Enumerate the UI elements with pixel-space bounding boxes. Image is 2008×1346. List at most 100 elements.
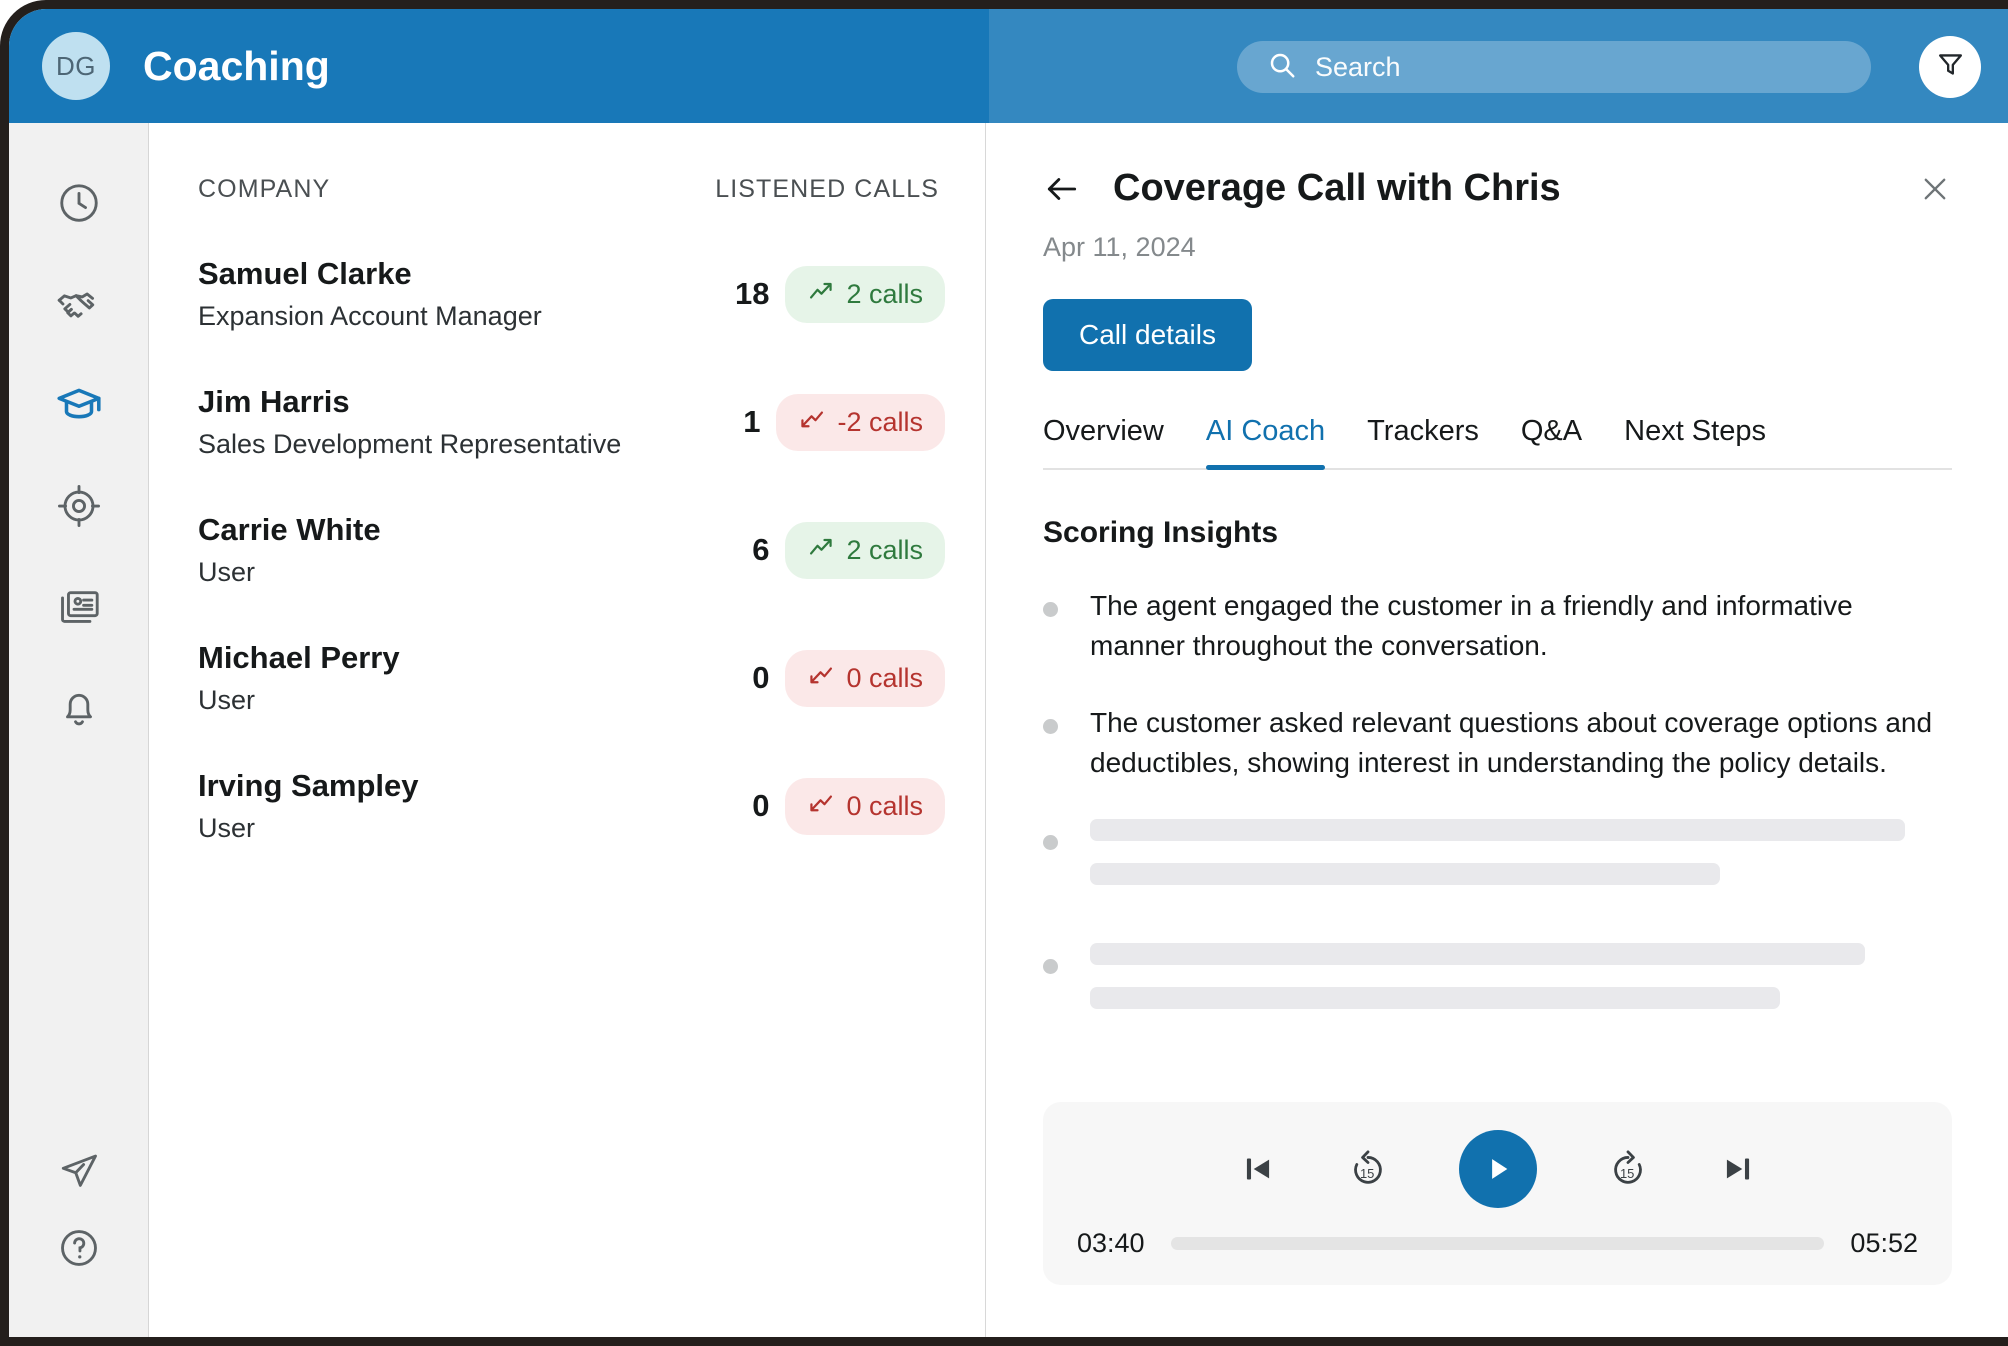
play-button[interactable] <box>1459 1130 1537 1208</box>
insight-item: The agent engaged the customer in a frie… <box>1043 586 1952 667</box>
filter-button[interactable] <box>1919 36 1981 98</box>
column-header-company: COMPANY <box>198 175 330 204</box>
svg-text:15: 15 <box>1359 1166 1373 1181</box>
user-avatar[interactable]: DG <box>42 32 110 100</box>
row-identity: Jim HarrisSales Development Representati… <box>198 384 621 460</box>
trend-up-icon <box>807 277 835 312</box>
funnel-icon <box>1935 49 1966 85</box>
row-person-name: Carrie White <box>198 512 381 548</box>
help-circle-icon <box>56 1225 102 1276</box>
search-icon <box>1267 50 1297 85</box>
table-row[interactable]: Michael PerryUser 00 calls <box>198 640 945 716</box>
avatar-initials: DG <box>56 51 96 82</box>
status-badge: 2 calls <box>785 266 945 323</box>
tab-trackers[interactable]: Trackers <box>1367 415 1479 468</box>
status-badge: 2 calls <box>785 522 945 579</box>
row-metrics: 18 2 calls <box>731 266 945 323</box>
row-identity: Michael PerryUser <box>198 640 400 716</box>
rewind-15-icon[interactable]: 15 <box>1347 1148 1389 1190</box>
skeleton-line <box>1090 987 1780 1009</box>
play-icon <box>1482 1153 1514 1185</box>
graduation-cap-icon <box>54 380 104 435</box>
audio-player: 15 15 <box>1043 1102 1952 1285</box>
app-title: Coaching <box>143 43 330 90</box>
status-badge: 0 calls <box>785 778 945 835</box>
row-metrics: 1 -2 calls <box>722 394 945 451</box>
table-row[interactable]: Carrie White User 6 2 calls <box>198 512 945 588</box>
sidebar-item-help[interactable] <box>41 1236 117 1312</box>
progress-row: 03:40 05:52 <box>1077 1228 1918 1259</box>
detail-header: Coverage Call with Chris <box>1043 123 1952 210</box>
player-controls: 15 15 <box>1077 1130 1918 1208</box>
forward-15-icon[interactable]: 15 <box>1607 1148 1649 1190</box>
sidebar-item-deals[interactable] <box>41 268 117 344</box>
call-date: Apr 11, 2024 <box>1043 232 1952 263</box>
sidebar-item-clock[interactable] <box>41 167 117 243</box>
tab-next-steps[interactable]: Next Steps <box>1624 415 1766 468</box>
company-rows: Samuel ClarkeExpansion Account Manager 18… <box>198 256 945 844</box>
row-person-role: User <box>198 685 400 716</box>
total-time: 05:52 <box>1850 1228 1918 1259</box>
search-input[interactable]: Search <box>1237 41 1871 93</box>
status-badge: 0 calls <box>785 650 945 707</box>
scoring-insights-list: The agent engaged the customer in a frie… <box>1043 586 1952 1031</box>
call-details-button[interactable]: Call details <box>1043 299 1252 371</box>
badge-label: 2 calls <box>846 535 923 566</box>
row-listened-count: 0 <box>731 788 769 824</box>
row-identity: Carrie White User <box>198 512 381 588</box>
app-window: DG Coaching Search <box>0 0 2008 1346</box>
row-identity: Samuel ClarkeExpansion Account Manager <box>198 256 542 332</box>
trend-down-icon <box>807 661 835 696</box>
search-placeholder: Search <box>1315 52 1401 83</box>
contact-card-icon <box>56 584 102 635</box>
tab-ai-coach[interactable]: AI Coach <box>1206 415 1325 468</box>
row-metrics: 6 2 calls <box>731 522 945 579</box>
skeleton-line <box>1090 943 1865 965</box>
tab-q-a[interactable]: Q&A <box>1521 415 1582 468</box>
row-metrics: 0 0 calls <box>731 778 945 835</box>
send-icon <box>56 1148 102 1199</box>
sidebar-item-library[interactable] <box>41 571 117 647</box>
skeleton-line <box>1090 819 1905 841</box>
status-badge: -2 calls <box>776 394 945 451</box>
progress-bar[interactable] <box>1171 1237 1825 1250</box>
row-listened-count: 6 <box>731 532 769 568</box>
badge-label: -2 calls <box>837 407 923 438</box>
clock-icon <box>56 180 102 231</box>
list-column-headers: COMPANY LISTENED CALLS <box>198 175 945 204</box>
sidebar-item-goals[interactable] <box>41 470 117 546</box>
insight-text: The customer asked relevant questions ab… <box>1090 703 1945 784</box>
skeleton-lines <box>1090 943 1952 1031</box>
bullet-icon <box>1043 602 1058 617</box>
row-person-role: User <box>198 557 381 588</box>
top-bar: DG Coaching Search <box>9 9 2008 123</box>
table-row[interactable]: Irving SampleyUser 0 0 calls <box>198 768 945 844</box>
skeleton-lines <box>1090 819 1952 907</box>
skip-back-icon[interactable] <box>1239 1150 1277 1188</box>
close-button[interactable] <box>1918 172 1952 206</box>
table-row[interactable]: Jim HarrisSales Development Representati… <box>198 384 945 460</box>
bullet-icon <box>1043 719 1058 734</box>
row-listened-count: 18 <box>731 276 769 312</box>
trend-up-icon <box>807 533 835 568</box>
row-person-name: Jim Harris <box>198 384 621 420</box>
sidebar-item-send[interactable] <box>41 1135 117 1211</box>
bullet-icon <box>1043 959 1058 974</box>
row-identity: Irving SampleyUser <box>198 768 419 844</box>
call-detail-panel: Coverage Call with Chris Apr 11, 2024 Ca… <box>987 123 2008 1337</box>
table-row[interactable]: Samuel ClarkeExpansion Account Manager 18… <box>198 256 945 332</box>
company-list-panel: COMPANY LISTENED CALLS Samuel ClarkeExpa… <box>150 123 986 1337</box>
sidebar-item-coaching[interactable] <box>41 369 117 445</box>
handshake-icon <box>54 279 104 334</box>
skip-forward-icon[interactable] <box>1719 1150 1757 1188</box>
badge-label: 0 calls <box>846 791 923 822</box>
column-header-listened-calls: LISTENED CALLS <box>715 175 939 204</box>
row-person-role: User <box>198 813 419 844</box>
badge-label: 0 calls <box>846 663 923 694</box>
row-listened-count: 1 <box>722 404 760 440</box>
back-button[interactable] <box>1043 170 1081 208</box>
insight-skeleton-item <box>1043 943 1952 1031</box>
row-metrics: 00 calls <box>731 650 945 707</box>
sidebar-item-notifications[interactable] <box>41 672 117 748</box>
tab-overview[interactable]: Overview <box>1043 415 1164 468</box>
